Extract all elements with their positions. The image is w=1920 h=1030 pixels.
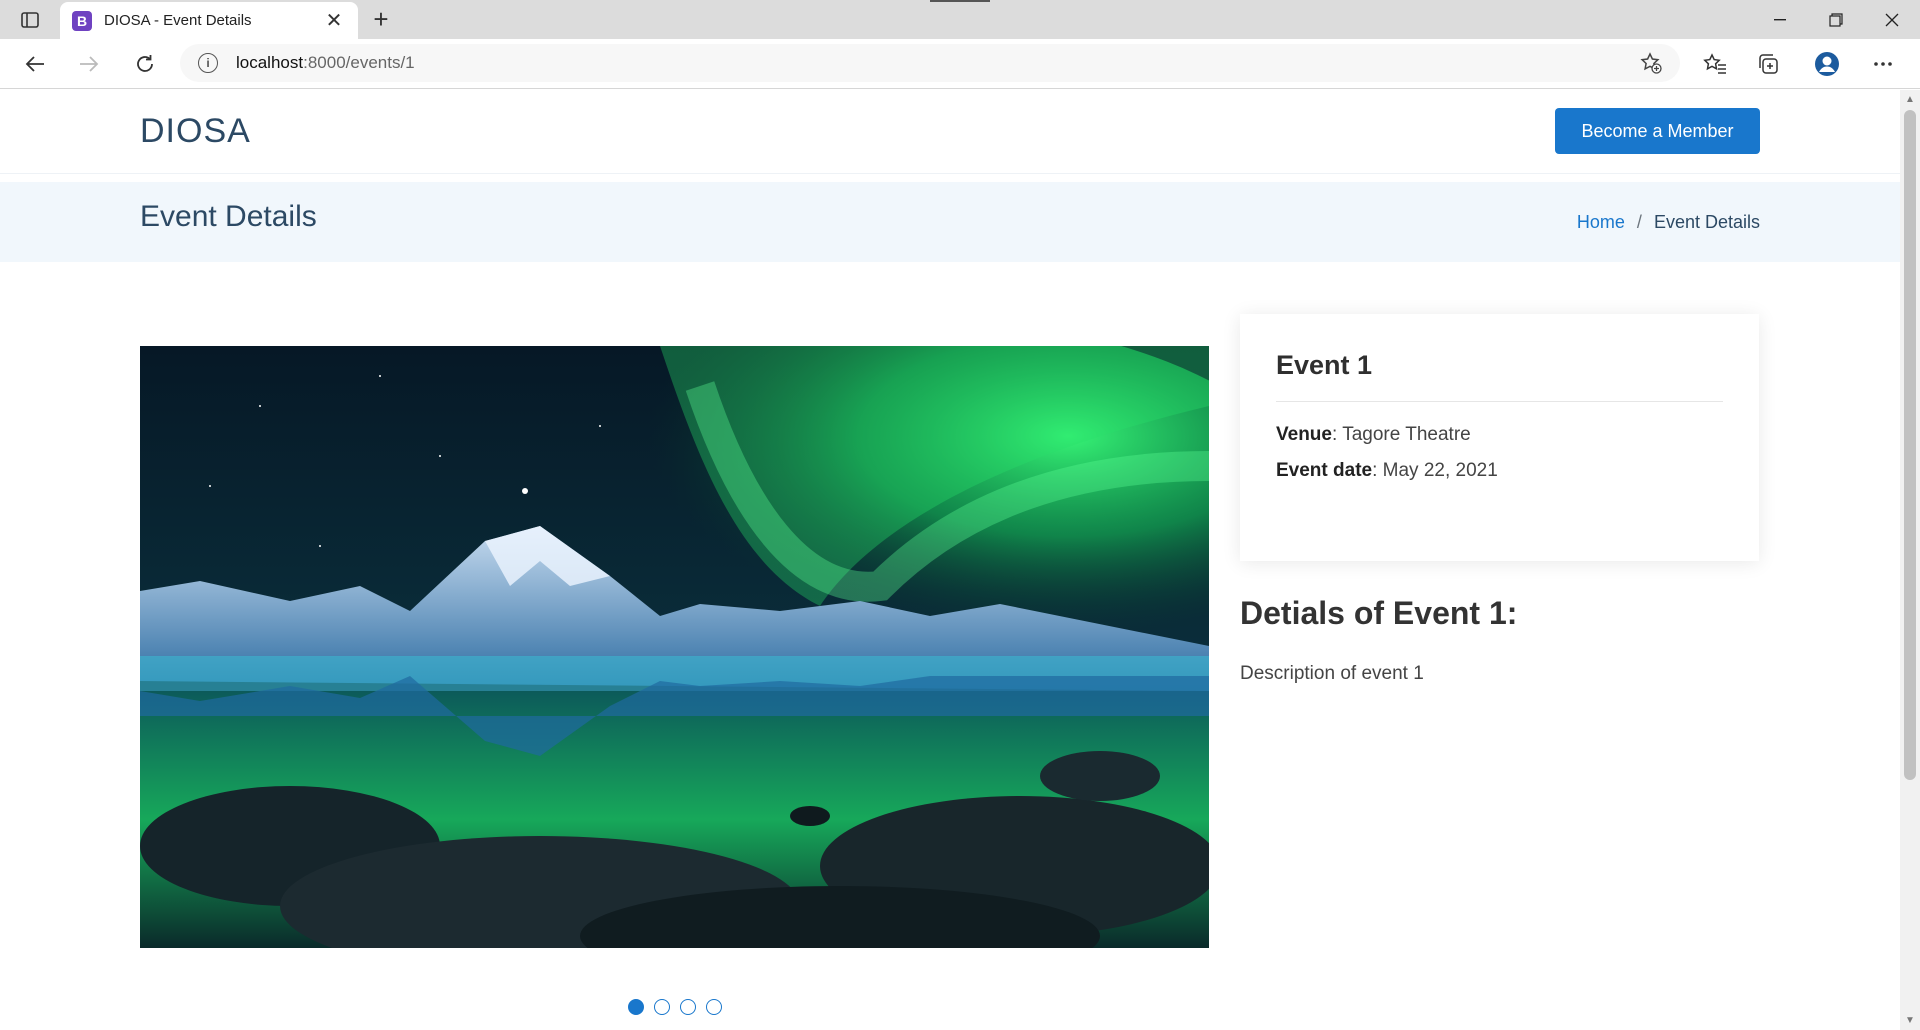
refresh-icon[interactable] — [130, 50, 160, 78]
carousel-dot-4[interactable] — [706, 999, 722, 1015]
breadcrumb-section: Event Details Home / Event Details — [0, 182, 1900, 262]
plus-icon[interactable]: + — [366, 4, 396, 34]
event-venue: Venue: Tagore Theatre — [1276, 424, 1723, 446]
forward-arrow-icon[interactable] — [74, 50, 104, 78]
profile-icon[interactable] — [1812, 50, 1842, 78]
event-details-heading: Detials of Event 1: — [1240, 595, 1518, 631]
bootstrap-favicon-icon: B — [72, 10, 92, 31]
event-date: Event date: May 22, 2021 — [1276, 460, 1723, 482]
carousel-dot-3[interactable] — [680, 999, 696, 1015]
tab-title: DIOSA - Event Details — [104, 12, 252, 29]
breadcrumb-home-link[interactable]: Home — [1577, 212, 1625, 233]
window-controls — [1752, 0, 1920, 39]
collections-icon[interactable] — [1754, 50, 1784, 78]
tab-actions-icon[interactable] — [12, 8, 48, 32]
back-arrow-icon[interactable] — [20, 50, 50, 78]
browser-tab[interactable]: B DIOSA - Event Details ✕ — [60, 2, 358, 39]
carousel-indicators — [628, 999, 722, 1015]
event-description: Description of event 1 — [1240, 663, 1424, 684]
event-name: Event 1 — [1276, 350, 1723, 402]
address-bar[interactable]: i localhost:8000/events/1 — [180, 44, 1680, 82]
favorites-icon[interactable] — [1700, 50, 1730, 78]
more-icon[interactable] — [1868, 50, 1898, 78]
browser-toolbar: i localhost:8000/events/1 — [0, 39, 1920, 89]
info-icon[interactable]: i — [198, 53, 218, 73]
web-page: DIOSA Become a Member Event Details Home… — [0, 90, 1900, 1030]
site-logo[interactable]: DIOSA — [140, 112, 251, 151]
event-image-aurora[interactable] — [140, 346, 1209, 948]
url-path: :8000/events/1 — [303, 53, 415, 72]
breadcrumb-current: Event Details — [1653, 212, 1760, 232]
event-info-card: Event 1 Venue: Tagore Theatre Event date… — [1240, 314, 1759, 561]
page-title: Event Details — [140, 200, 317, 233]
browser-tab-bar: B DIOSA - Event Details ✕ + — [0, 0, 1920, 39]
close-icon[interactable]: ✕ — [322, 8, 346, 33]
date-label: Event date — [1276, 460, 1373, 481]
scroll-down-icon[interactable]: ▼ — [1905, 1015, 1915, 1026]
carousel-dot-2[interactable] — [654, 999, 670, 1015]
carousel-dot-1[interactable] — [628, 999, 644, 1015]
date-value: : May 22, 2021 — [1372, 460, 1498, 481]
restore-icon[interactable] — [1808, 0, 1864, 39]
venue-label: Venue — [1276, 424, 1332, 445]
page-scrollbar[interactable]: ▲ ▼ — [1900, 90, 1920, 1030]
scroll-up-icon[interactable]: ▲ — [1905, 94, 1915, 105]
become-member-button[interactable]: Become a Member — [1555, 108, 1760, 154]
breadcrumb: Home / Event Details — [1577, 212, 1760, 233]
scroll-thumb[interactable] — [1904, 110, 1916, 780]
breadcrumb-separator: / — [1636, 212, 1642, 232]
venue-value: : Tagore Theatre — [1331, 424, 1471, 445]
site-header: DIOSA Become a Member — [0, 90, 1900, 174]
url-host: localhost — [236, 53, 304, 72]
close-window-icon[interactable] — [1864, 0, 1920, 39]
window-drag-indicator — [930, 0, 990, 2]
minimize-icon[interactable] — [1752, 0, 1808, 39]
star-plus-icon[interactable] — [1640, 52, 1662, 80]
